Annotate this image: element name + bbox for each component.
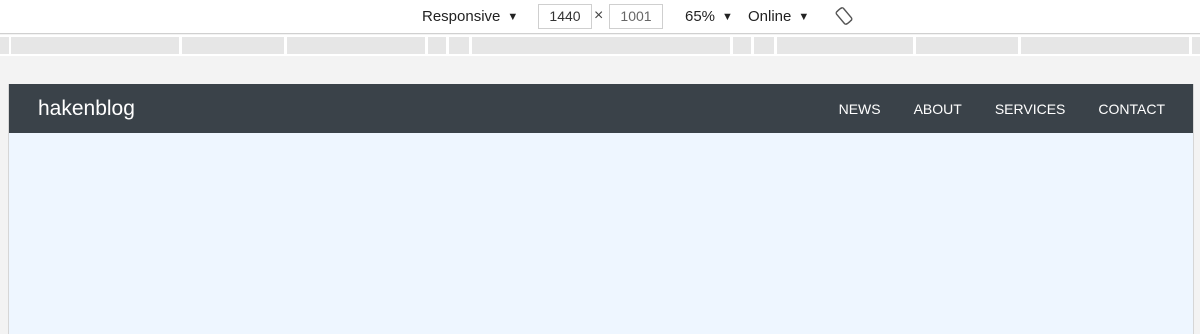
page-viewport: hakenblog NEWS ABOUT SERVICES CONTACT: [8, 84, 1194, 334]
media-query-segment[interactable]: [428, 37, 446, 54]
media-query-segment[interactable]: [1021, 37, 1189, 54]
media-query-segment[interactable]: [287, 37, 425, 54]
nav-services[interactable]: SERVICES: [995, 101, 1066, 117]
network-select[interactable]: Online ▼: [748, 0, 809, 33]
width-input[interactable]: 1440: [538, 4, 592, 29]
media-query-segment[interactable]: [754, 37, 774, 54]
media-query-segment[interactable]: [472, 37, 730, 54]
device-select[interactable]: Responsive ▼: [422, 0, 518, 33]
nav-news[interactable]: NEWS: [839, 101, 881, 117]
zoom-dropdown-arrow-icon: ▼: [722, 10, 733, 23]
media-query-segment[interactable]: [449, 37, 469, 54]
zoom-label: 65%: [685, 8, 716, 25]
network-label: Online: [748, 8, 792, 25]
media-query-segment[interactable]: [916, 37, 1018, 54]
height-input[interactable]: 1001: [609, 4, 663, 29]
media-query-segment[interactable]: [777, 37, 913, 54]
network-dropdown-arrow-icon: ▼: [798, 10, 810, 23]
device-label: Responsive: [422, 8, 501, 25]
media-query-segment[interactable]: [0, 37, 9, 54]
site-brand[interactable]: hakenblog: [38, 84, 135, 133]
site-navbar: hakenblog NEWS ABOUT SERVICES CONTACT: [9, 84, 1193, 133]
media-query-bar: [0, 35, 1200, 56]
dimension-separator: ×: [594, 7, 604, 24]
media-query-segment[interactable]: [733, 37, 751, 54]
zoom-select[interactable]: 65% ▼: [685, 0, 733, 33]
media-query-segment[interactable]: [11, 37, 179, 54]
media-query-segment[interactable]: [1192, 37, 1200, 54]
device-dropdown-arrow-icon: ▼: [507, 10, 519, 23]
nav-about[interactable]: ABOUT: [914, 101, 962, 117]
device-canvas: hakenblog NEWS ABOUT SERVICES CONTACT: [0, 56, 1200, 334]
rotate-icon[interactable]: [834, 6, 854, 26]
nav-contact[interactable]: CONTACT: [1098, 101, 1165, 117]
media-query-segment[interactable]: [182, 37, 284, 54]
device-toolbar: Responsive ▼ 1440 × 1001 65% ▼ Online ▼: [0, 0, 1200, 34]
site-menu: NEWS ABOUT SERVICES CONTACT: [806, 84, 1165, 133]
